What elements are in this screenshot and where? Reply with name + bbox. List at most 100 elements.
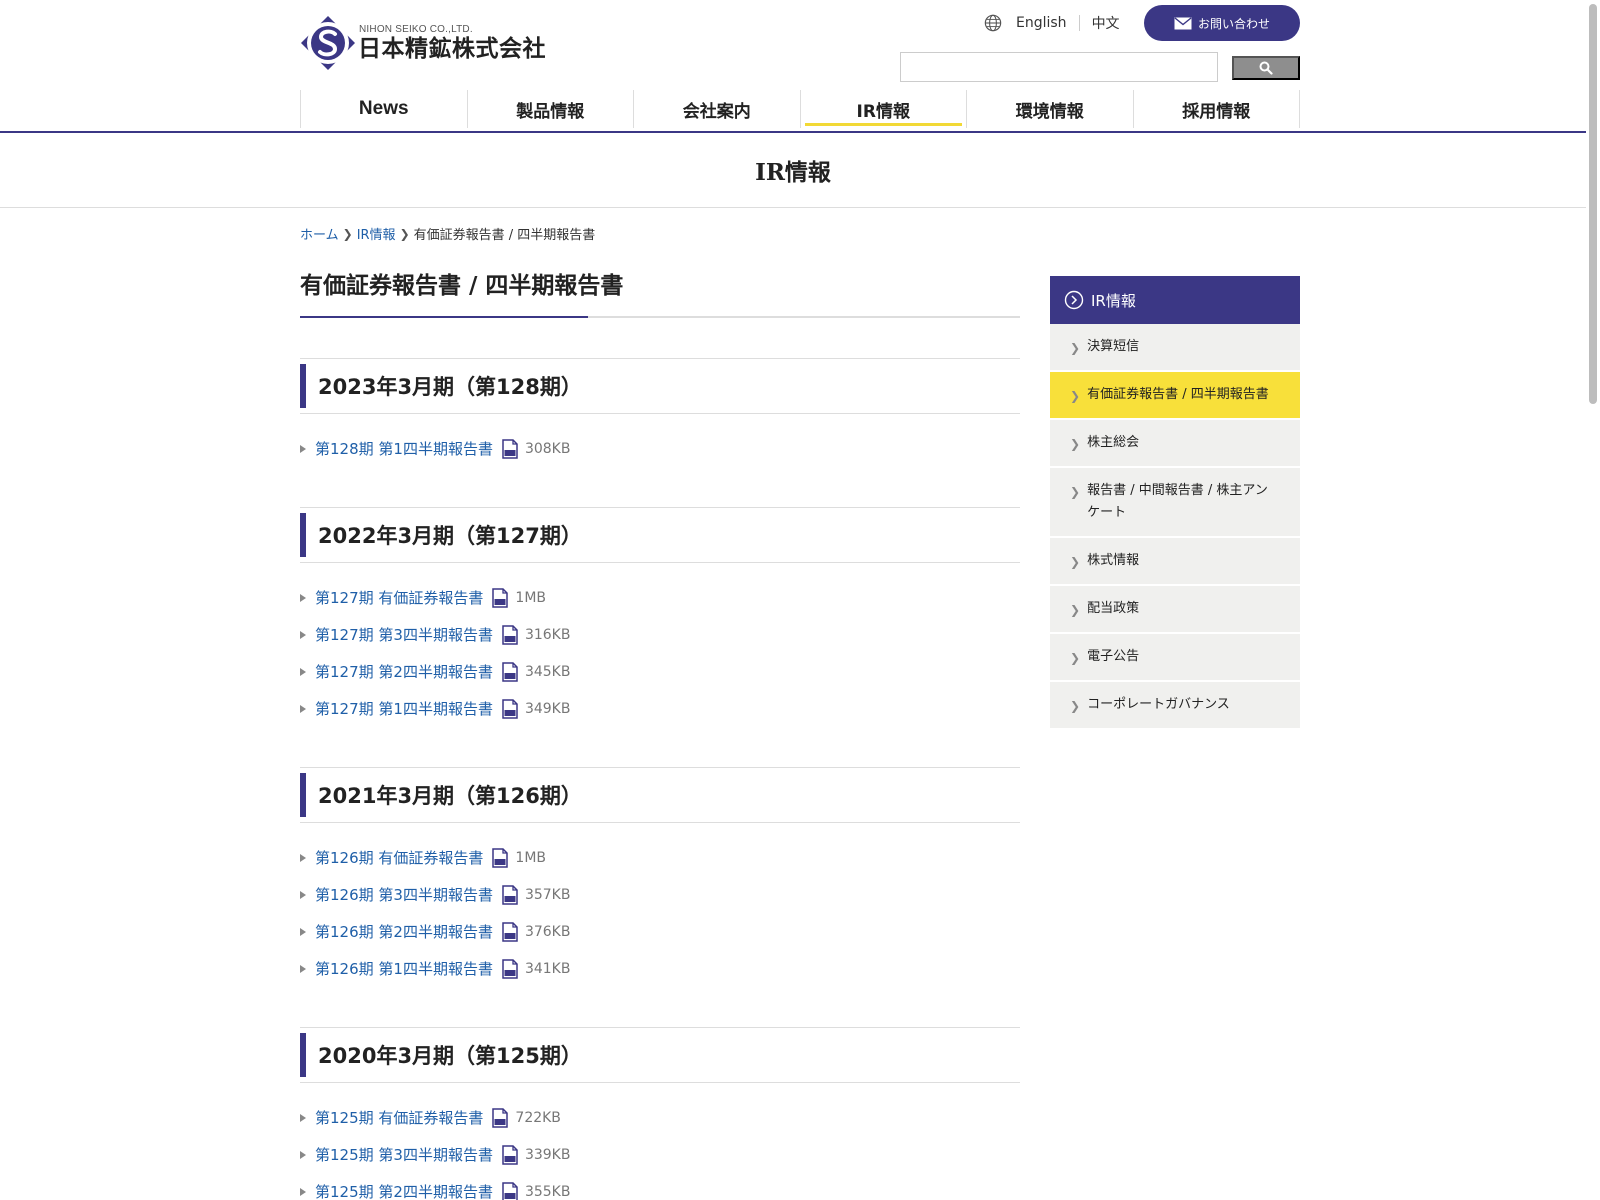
sidebar-item-label: 有価証券報告書 / 四半期報告書 [1087, 387, 1269, 402]
sidebar-item[interactable]: ❯ 電子公告 [1050, 634, 1300, 682]
breadcrumb-ir-link[interactable]: IR情報 [357, 224, 396, 243]
nav-recruit[interactable]: 採用情報 [1134, 90, 1300, 128]
language-english-link[interactable]: English [1016, 15, 1080, 31]
fiscal-year-section: 2022年3月期（第127期） 第127期 有価証券報告書 1MB 第127期 第3四… [300, 507, 1020, 727]
chevron-right-icon: ❯ [1070, 651, 1081, 665]
pdf-icon [502, 884, 518, 905]
logo-mark-icon [301, 16, 355, 70]
mail-icon [1174, 16, 1192, 29]
pdf-icon [502, 1144, 518, 1165]
document-link[interactable]: 第127期 第1四半期報告書 [315, 698, 493, 719]
file-size: 308KB [524, 440, 571, 457]
chevron-right-icon: ❯ [1070, 437, 1081, 451]
triangle-right-icon [300, 927, 306, 936]
triangle-right-icon [300, 704, 306, 713]
main-content: 有価証券報告書 / 四半期報告書 2023年3月期（第128期） 第128期 第1… [300, 272, 1020, 1200]
sidebar-item[interactable]: ❯ コーポレートガバナンス [1050, 682, 1300, 730]
nav-news[interactable]: News [301, 90, 468, 128]
file-size: 1MB [515, 849, 546, 866]
triangle-right-icon [300, 1150, 306, 1159]
pdf-icon [502, 958, 518, 979]
logo-japanese-text: 日本精鉱株式会社 [358, 35, 546, 62]
triangle-right-icon [300, 853, 306, 862]
circle-chevron-right-icon [1064, 290, 1084, 310]
sidebar-item-label: 決算短信 [1087, 339, 1140, 354]
search-button[interactable] [1232, 56, 1300, 80]
triangle-right-icon [300, 630, 306, 639]
file-size: 316KB [524, 626, 571, 643]
section-accent-bar [300, 364, 306, 408]
document-list: 第128期 第1四半期報告書 308KB [300, 430, 1020, 467]
sidebar-item-label: 配当政策 [1087, 601, 1140, 616]
section-title: 2020年3月期（第125期） [318, 1044, 582, 1068]
chevron-right-icon: ❯ [1070, 341, 1081, 355]
nav-company[interactable]: 会社案内 [634, 90, 801, 128]
document-link[interactable]: 第127期 有価証券報告書 [315, 587, 483, 608]
search-input[interactable] [900, 52, 1218, 82]
sidebar-item[interactable]: ❯ 決算短信 [1050, 324, 1300, 372]
triangle-right-icon [300, 593, 306, 602]
language-chinese-link[interactable]: 中文 [1080, 13, 1120, 33]
section-accent-bar [300, 1033, 306, 1077]
document-list-item: 第127期 第3四半期報告書 316KB [300, 616, 1020, 653]
sidebar-item[interactable]: ❯ 報告書 / 中間報告書 / 株主アンケート [1050, 468, 1300, 538]
file-size: 341KB [524, 960, 571, 977]
document-link[interactable]: 第127期 第2四半期報告書 [315, 661, 493, 682]
page-title-band: IR情報 [0, 133, 1586, 208]
pdf-icon [502, 661, 518, 682]
document-link[interactable]: 第125期 第3四半期報告書 [315, 1144, 493, 1165]
triangle-right-icon [300, 444, 306, 453]
nav-ir[interactable]: IR情報 [801, 90, 967, 128]
section-title: 2023年3月期（第128期） [318, 375, 582, 399]
section-accent-bar [300, 773, 306, 817]
language-switcher: English 中文 [984, 12, 1120, 34]
sidebar-item[interactable]: ❯ 株式情報 [1050, 538, 1300, 586]
contact-button[interactable]: お問い合わせ [1144, 5, 1300, 41]
sidebar-head[interactable]: IR情報 [1050, 276, 1300, 324]
breadcrumb-separator-icon: ❯ [399, 226, 410, 241]
triangle-right-icon [300, 890, 306, 899]
file-size: 345KB [524, 663, 571, 680]
section-header: 2020年3月期（第125期） [300, 1027, 1020, 1083]
chevron-right-icon: ❯ [1070, 389, 1081, 403]
search-icon [1259, 61, 1273, 75]
document-link[interactable]: 第127期 第3四半期報告書 [315, 624, 493, 645]
file-size: 355KB [524, 1183, 571, 1200]
file-size: 349KB [524, 700, 571, 717]
pdf-icon [492, 1107, 509, 1128]
document-link[interactable]: 第128期 第1四半期報告書 [315, 438, 493, 459]
document-link[interactable]: 第125期 有価証券報告書 [315, 1107, 483, 1128]
nav-products[interactable]: 製品情報 [468, 90, 634, 128]
nav-environment[interactable]: 環境情報 [967, 90, 1134, 128]
pdf-icon [502, 921, 518, 942]
pdf-icon [492, 847, 509, 868]
sidebar-item[interactable]: ❯ 株主総会 [1050, 420, 1300, 468]
company-logo[interactable]: NIHON SEIKO CO.,LTD. 日本精鉱株式会社 [300, 14, 562, 72]
sidebar-item[interactable]: ❯ 有価証券報告書 / 四半期報告書 [1050, 372, 1300, 420]
sidebar-item-label: コーポレートガバナンス [1087, 697, 1230, 712]
sidebar-item[interactable]: ❯ 配当政策 [1050, 586, 1300, 634]
scrollbar[interactable] [1586, 0, 1600, 1200]
document-link[interactable]: 第126期 第2四半期報告書 [315, 921, 493, 942]
pdf-icon [502, 624, 518, 645]
document-link[interactable]: 第126期 第3四半期報告書 [315, 884, 493, 905]
scrollbar-thumb[interactable] [1589, 4, 1597, 404]
globe-icon [984, 14, 1002, 32]
document-list-item: 第126期 第3四半期報告書 357KB [300, 876, 1020, 913]
sidebar-item-label: 報告書 / 中間報告書 / 株主アンケート [1087, 483, 1268, 520]
contact-button-label: お問い合わせ [1197, 16, 1270, 31]
breadcrumb: ホーム ❯ IR情報 ❯ 有価証券報告書 / 四半期報告書 [300, 224, 595, 244]
document-list-item: 第127期 有価証券報告書 1MB [300, 579, 1020, 616]
document-list-item: 第126期 有価証券報告書 1MB [300, 839, 1020, 876]
sidebar-item-label: 電子公告 [1087, 649, 1140, 664]
document-link[interactable]: 第126期 第1四半期報告書 [315, 958, 493, 979]
section-header: 2021年3月期（第126期） [300, 767, 1020, 823]
document-link[interactable]: 第125期 第2四半期報告書 [315, 1181, 493, 1200]
document-link[interactable]: 第126期 有価証券報告書 [315, 847, 483, 868]
pdf-icon [502, 698, 518, 719]
section-header: 2023年3月期（第128期） [300, 358, 1020, 414]
fiscal-year-section: 2023年3月期（第128期） 第128期 第1四半期報告書 308KB [300, 358, 1020, 467]
chevron-right-icon: ❯ [1070, 603, 1081, 617]
breadcrumb-home-link[interactable]: ホーム [300, 224, 339, 243]
pdf-icon [502, 1181, 518, 1200]
